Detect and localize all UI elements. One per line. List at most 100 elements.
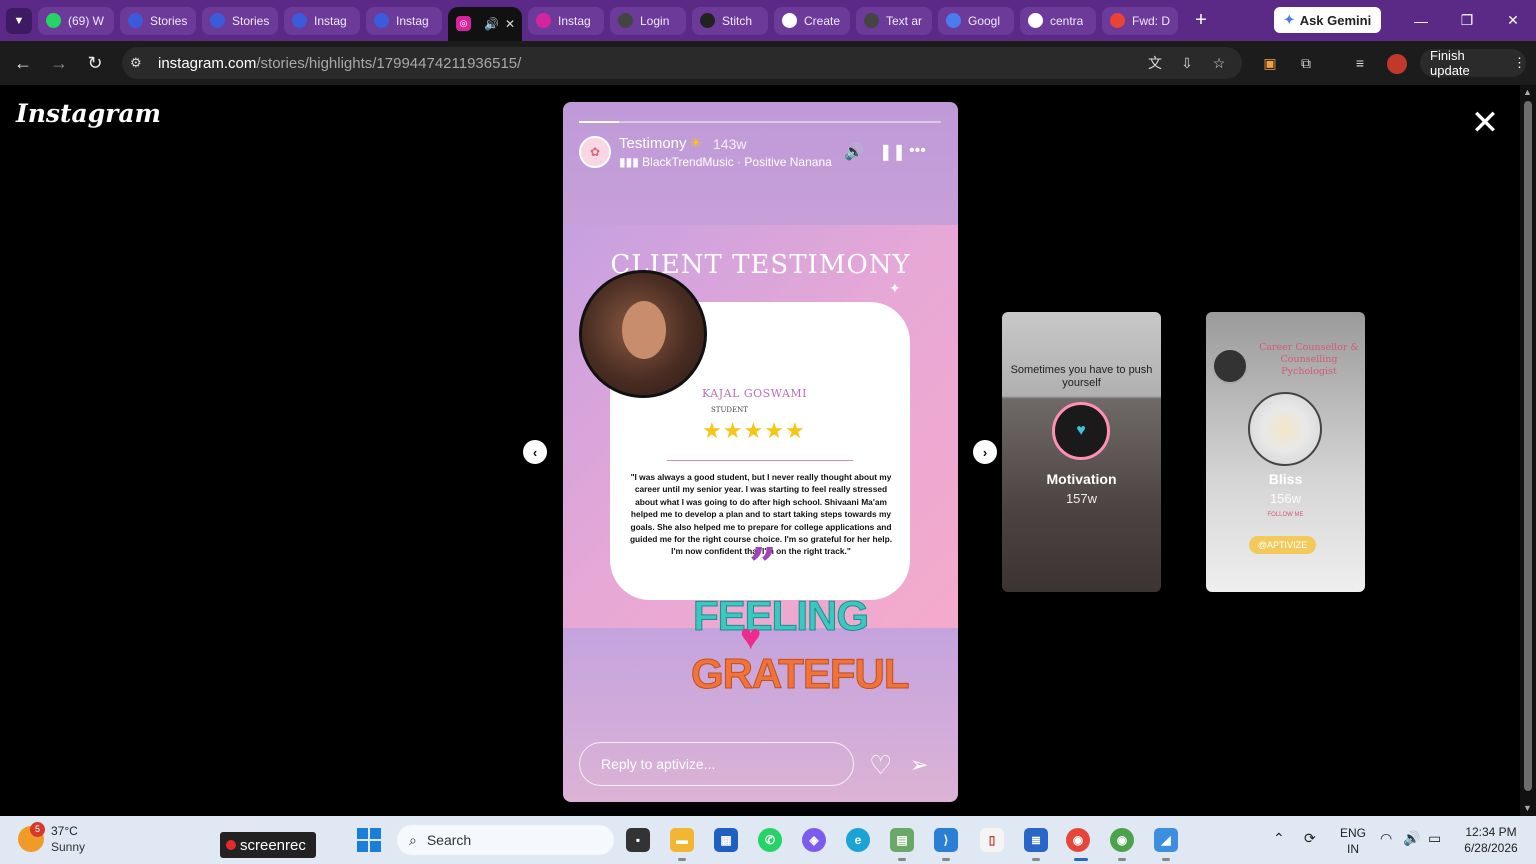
taskbar-search[interactable]: ⌕ Search <box>397 825 614 855</box>
story-music-label: BlackTrendMusic · Positive Nanana <box>642 155 832 169</box>
clock[interactable]: 12:34 PM 6/28/2026 <box>1456 824 1526 856</box>
chrome-icon[interactable]: ◉ <box>1066 828 1090 852</box>
more-options-icon[interactable]: ••• <box>909 142 926 160</box>
language-indicator[interactable]: ENG IN <box>1340 825 1366 857</box>
tab-chrome-generic[interactable]: Instag <box>366 6 442 35</box>
tab-audio-icon[interactable]: 🔊 <box>484 17 499 31</box>
start-button[interactable] <box>357 828 381 852</box>
copilot-icon[interactable]: ◈ <box>802 828 826 852</box>
file-explorer-icon[interactable]: ▬ <box>670 828 694 852</box>
address-bar[interactable]: ⚙ instagram.com/stories/highlights/17994… <box>122 47 1242 79</box>
new-tab-button[interactable]: + <box>1188 8 1214 34</box>
install-app-icon[interactable]: ⇩ <box>1178 54 1196 72</box>
next-story-button[interactable]: › <box>973 440 997 464</box>
translate-icon[interactable]: 文 <box>1146 54 1164 72</box>
site-info-icon[interactable]: ⚙ <box>130 55 152 71</box>
task-view-icon[interactable]: ▪ <box>626 828 650 852</box>
vscode-icon[interactable]: ⟩ <box>934 828 958 852</box>
gmail-icon <box>1110 13 1125 28</box>
tab-google-translate[interactable]: Googl <box>938 6 1014 35</box>
scrollbar-thumb[interactable] <box>1524 101 1532 791</box>
minimize-button[interactable]: — <box>1398 0 1444 41</box>
instagram-story-viewer: Instagram ✕ ✿ Testimony ☀ 143w ▮▮▮ Black… <box>0 85 1520 816</box>
back-button[interactable]: ← <box>11 51 35 75</box>
bliss-avatar <box>1248 392 1322 466</box>
mute-icon[interactable]: 🔊 <box>844 142 864 162</box>
counsellor-avatar <box>1212 348 1248 384</box>
side-story-bliss[interactable]: Career Counsellor & Counselling Pycholog… <box>1206 312 1365 592</box>
tab-chrome-generic[interactable]: Instag <box>284 6 360 35</box>
reply-input[interactable]: Reply to aptivize... <box>579 742 854 786</box>
quote-mark-icon: ” <box>749 538 777 594</box>
whatsapp-taskbar-icon[interactable]: ✆ <box>758 828 782 852</box>
side-story-time: 156w <box>1269 491 1302 506</box>
story-avatar[interactable]: ✿ <box>579 136 611 168</box>
tabs-group: (69) W Stories Stories Instag Instag <box>32 6 442 35</box>
instagram-logo[interactable]: Instagram <box>16 99 161 128</box>
side-story-motivation[interactable]: Sometimes you have to push yourself ♥ Mo… <box>1002 312 1161 592</box>
sync-icon[interactable]: ⟳ <box>1304 830 1316 847</box>
tab-chrome-generic[interactable]: Stories <box>120 6 196 35</box>
tray-overflow-icon[interactable]: ⌃ <box>1273 830 1285 847</box>
close-story-button[interactable]: ✕ <box>1470 106 1500 140</box>
scroll-down-icon[interactable]: ▼ <box>1523 803 1532 813</box>
volume-icon[interactable]: 🔊 <box>1403 830 1420 847</box>
story-music[interactable]: ▮▮▮ BlackTrendMusic · Positive Nanana <box>619 155 832 169</box>
notepad-icon[interactable]: ≣ <box>1024 828 1048 852</box>
tab-label: Googl <box>968 13 1001 28</box>
forward-button[interactable]: → <box>47 51 71 75</box>
weather-condition[interactable]: Sunny <box>51 840 85 854</box>
restore-button[interactable]: ❐ <box>1444 0 1490 41</box>
tab-gmail[interactable]: Fwd: D <box>1102 6 1178 35</box>
extensions-puzzle-icon[interactable]: ⧉ <box>1297 54 1315 72</box>
running-indicator <box>678 858 686 861</box>
tab-close-icon[interactable]: ✕ <box>505 17 515 31</box>
finish-update-button[interactable]: Finish update ⋮ <box>1420 48 1526 78</box>
screenrec-label: screenrec <box>240 836 306 854</box>
tab-active-instagram[interactable]: ◎ 🔊 ✕ <box>448 6 522 41</box>
side-story-caption: Sometimes you have to push yourself <box>1010 364 1153 389</box>
send-icon[interactable]: ➢ <box>910 752 928 778</box>
tab-whatsapp[interactable]: (69) W <box>38 6 114 35</box>
chrome-profile-icon[interactable]: ◉ <box>1110 828 1134 852</box>
tab-chatgpt[interactable]: Text ar <box>856 6 932 35</box>
app-icon[interactable]: ▤ <box>890 828 914 852</box>
profile-avatar[interactable] <box>1387 54 1407 74</box>
media-control-icon[interactable]: ≡ <box>1351 54 1369 72</box>
notes-icon[interactable]: ▯ <box>980 828 1004 852</box>
scroll-up-icon[interactable]: ▲ <box>1523 87 1532 97</box>
microsoft-store-icon[interactable]: ▦ <box>714 828 738 852</box>
like-heart-icon[interactable]: ♡ <box>869 750 892 781</box>
story-title[interactable]: Testimony <box>619 135 687 152</box>
tab-chrome-generic[interactable]: Stories <box>202 6 278 35</box>
taskbar-search-label: Search <box>426 832 472 848</box>
page-scrollbar[interactable]: ▲ ▼ <box>1520 85 1536 816</box>
side-story-name: Bliss <box>1268 471 1303 487</box>
battery-icon[interactable]: ▭ <box>1428 830 1441 847</box>
pause-icon[interactable]: ❚❚ <box>879 142 906 162</box>
star-icon: ★ <box>784 418 806 443</box>
side-story-caption: Career Counsellor & Counselling Pycholog… <box>1259 342 1359 377</box>
window-close-button[interactable]: ✕ <box>1490 0 1536 41</box>
tab-stitch[interactable]: Stitch <box>692 6 768 35</box>
tab-instagram[interactable]: Instag <box>528 6 604 35</box>
tab-chatgpt[interactable]: Login <box>610 6 686 35</box>
prev-story-button[interactable]: ‹ <box>523 440 547 464</box>
sparkle-icon: ✦ <box>889 280 901 296</box>
card-divider <box>667 460 853 461</box>
tab-label: (69) W <box>68 13 104 28</box>
tab-search-menu-button[interactable]: ▼ <box>6 7 32 34</box>
weather-temp[interactable]: 37°C <box>51 824 78 838</box>
tabs-group: Instag Login Stitch Create Text ar Googl centr… <box>522 6 1178 35</box>
reload-button[interactable]: ↻ <box>83 51 107 75</box>
tab-google[interactable]: Create <box>774 6 850 35</box>
edge-icon[interactable]: e <box>846 828 870 852</box>
bookmark-star-icon[interactable]: ☆ <box>1210 54 1228 72</box>
tab-google[interactable]: centra <box>1020 6 1096 35</box>
chrome-generic-icon <box>210 13 225 28</box>
screenrec-badge[interactable]: screenrec <box>220 832 316 858</box>
extension-icon[interactable]: ▣ <box>1261 54 1279 72</box>
wifi-icon[interactable]: ◠ <box>1380 830 1392 847</box>
photos-icon[interactable]: ◢ <box>1154 828 1178 852</box>
ask-gemini-button[interactable]: ✦ Ask Gemini <box>1274 7 1381 33</box>
